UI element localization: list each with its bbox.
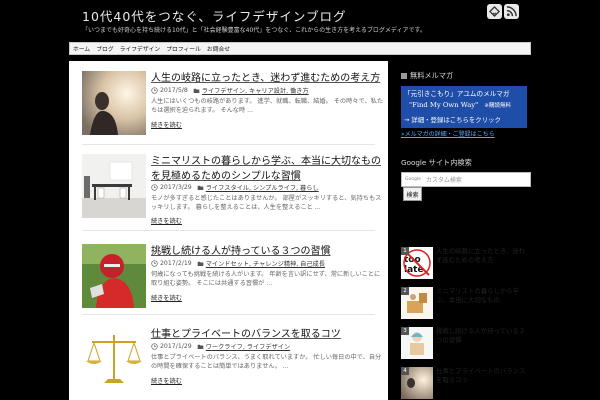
google-brand: Google (405, 177, 421, 182)
clock-icon (151, 260, 158, 267)
search-input[interactable]: Google カスタム検索 (401, 172, 531, 187)
banner-line3: → 詳細・登録はこちらをクリック (404, 116, 501, 124)
post-excerpt: 何歳になっても挑戦を続ける人がいます。 年齢を言い訳にせず、常に新しいことに取り… (151, 271, 381, 287)
heading-text: Google サイト内検索 (401, 158, 472, 167)
folder-icon (197, 185, 204, 190)
read-more-link[interactable]: 続きを読む (151, 216, 182, 225)
ranking-title[interactable]: 仕事とプライベートのバランスを取るコツ (436, 367, 531, 385)
clock-icon (151, 343, 158, 350)
nav-item-profile[interactable]: プロフィール (166, 44, 201, 53)
site-description: 「いつまでも好奇心を持ち続ける10代」と「社会経験豊富な40代」をつなぐ、これか… (82, 27, 426, 34)
nav-item-blog[interactable]: ブログ (96, 44, 113, 53)
post-categories[interactable]: ワークライフ, ライフデザイン (206, 342, 290, 351)
ranking-item[interactable]: 3 挑戦し続ける人が持っている３つの習慣 (401, 327, 531, 361)
post-title[interactable]: 仕事とプライベートのバランスを取るコツ (151, 327, 383, 342)
post-excerpt: 仕事とプライベートのバランス、うまく取れていますか。 忙しい毎日の中で、自分の時… (151, 354, 382, 370)
ranking-number: 3 (401, 327, 409, 335)
sidebar-heading-search: Google サイト内検索 (401, 158, 472, 168)
ranking-number: 1 (401, 247, 409, 255)
post-categories[interactable]: ライフデザイン, キャリア設計, 働き方 (202, 86, 309, 95)
feedly-icon[interactable] (487, 4, 502, 19)
banner-line1: 「元引きこもり」アユムのメルマガ (404, 90, 510, 98)
main-content: 人生の岐路に立ったとき、迷わず進むための考え方 2017/5/8 ライフデザイン… (69, 61, 388, 400)
post-title[interactable]: 挑戦し続ける人が持っている３つの習慣 (151, 244, 383, 259)
folder-icon (197, 344, 204, 349)
clock-icon (151, 87, 158, 94)
ranking-title[interactable]: ミニマリストの暮らしから学ぶ、本当に大切なもの (436, 287, 531, 305)
ranking-title[interactable]: 人生の岐路に立ったとき、迷わず進むための考え方 (436, 247, 531, 265)
heading-text: 無料メルマガ (410, 71, 454, 80)
post-thumbnail[interactable] (82, 71, 146, 135)
nav-item-home[interactable]: ホーム (73, 44, 90, 53)
divider (82, 144, 375, 145)
read-more-link[interactable]: 続きを読む (151, 376, 182, 385)
post-title[interactable]: 人生の岐路に立ったとき、迷わず進むための考え方 (151, 71, 383, 86)
read-more-link[interactable]: 続きを読む (151, 120, 182, 129)
ranking-item[interactable]: 4 仕事とプライベートのバランスを取るコツ (401, 367, 531, 400)
divider (82, 230, 375, 231)
post-thumbnail[interactable] (82, 244, 146, 308)
banner-line2-title: "Find My Own Way" (409, 101, 479, 109)
nav-item-contact[interactable]: お問合せ (207, 44, 230, 53)
ranking-item[interactable]: too late 1 人生の岐路に立ったとき、迷わず進むための考え方 (401, 247, 531, 281)
ranking-title[interactable]: 挑戦し続ける人が持っている３つの習慣 (436, 327, 531, 345)
site-title[interactable]: 10代40代をつなぐ、ライフデザインブログ (82, 6, 347, 25)
post-meta: 2017/3/29 ライフスタイル, シンプルライフ, 暮らし (151, 183, 319, 192)
mailmag-link[interactable]: »メルマガの詳細・ご登録はこちら (401, 129, 495, 138)
rss-icon[interactable] (504, 4, 519, 19)
global-nav: ホーム ブログ ライフデザイン プロフィール お問合せ (69, 42, 531, 55)
post-date: 2017/2/19 (160, 260, 192, 267)
read-more-link[interactable]: 続きを読む (151, 293, 182, 302)
post-meta: 2017/2/19 マインドセット, チャレンジ精神, 自己成長 (151, 259, 325, 268)
ranking-item[interactable]: 2 ミニマリストの暮らしから学ぶ、本当に大切なもの (401, 287, 531, 321)
post-excerpt: モノが多すぎると感じたことはありませんか。 部屋がスッキリすると、気持ちもスッキ… (151, 195, 382, 211)
heading-marker-icon (401, 73, 407, 79)
folder-icon (197, 261, 204, 266)
post-date: 2017/5/8 (160, 87, 188, 94)
post-meta: 2017/5/8 ライフデザイン, キャリア設計, 働き方 (151, 86, 309, 95)
post-excerpt: 人生にはいくつもの岐路があります。 進学、就職、転職、結婚。 その時々で、私たち… (151, 98, 384, 114)
post-date: 2017/1/29 (160, 343, 192, 350)
post-categories[interactable]: ライフスタイル, シンプルライフ, 暮らし (206, 183, 319, 192)
search-placeholder: カスタム検索 (425, 177, 462, 184)
nav-item-lifedesign[interactable]: ライフデザイン (120, 44, 161, 53)
folder-icon (193, 88, 200, 93)
mailmag-banner[interactable]: 「元引きこもり」アユムのメルマガ "Find My Own Way" ※購読無料… (401, 86, 527, 128)
post-thumbnail[interactable] (82, 327, 146, 391)
banner-line2-note: ※購読無料 (484, 103, 511, 109)
clock-icon (151, 184, 158, 191)
divider (82, 314, 375, 315)
post-categories[interactable]: マインドセット, チャレンジ精神, 自己成長 (206, 259, 325, 268)
banner-line2: "Find My Own Way" ※購読無料 (409, 101, 511, 109)
post-date: 2017/3/29 (160, 184, 192, 191)
ranking-number: 2 (401, 287, 409, 295)
sidebar-heading-mailmag: 無料メルマガ (401, 71, 453, 81)
ranking-number: 4 (401, 367, 409, 375)
search-button[interactable]: 検索 (403, 187, 422, 201)
post-meta: 2017/1/29 ワークライフ, ライフデザイン (151, 342, 290, 351)
post-thumbnail[interactable] (82, 154, 146, 218)
post-title[interactable]: ミニマリストの暮らしから学ぶ、本当に大切なものを見極めるためのシンプルな習慣 (151, 154, 383, 184)
